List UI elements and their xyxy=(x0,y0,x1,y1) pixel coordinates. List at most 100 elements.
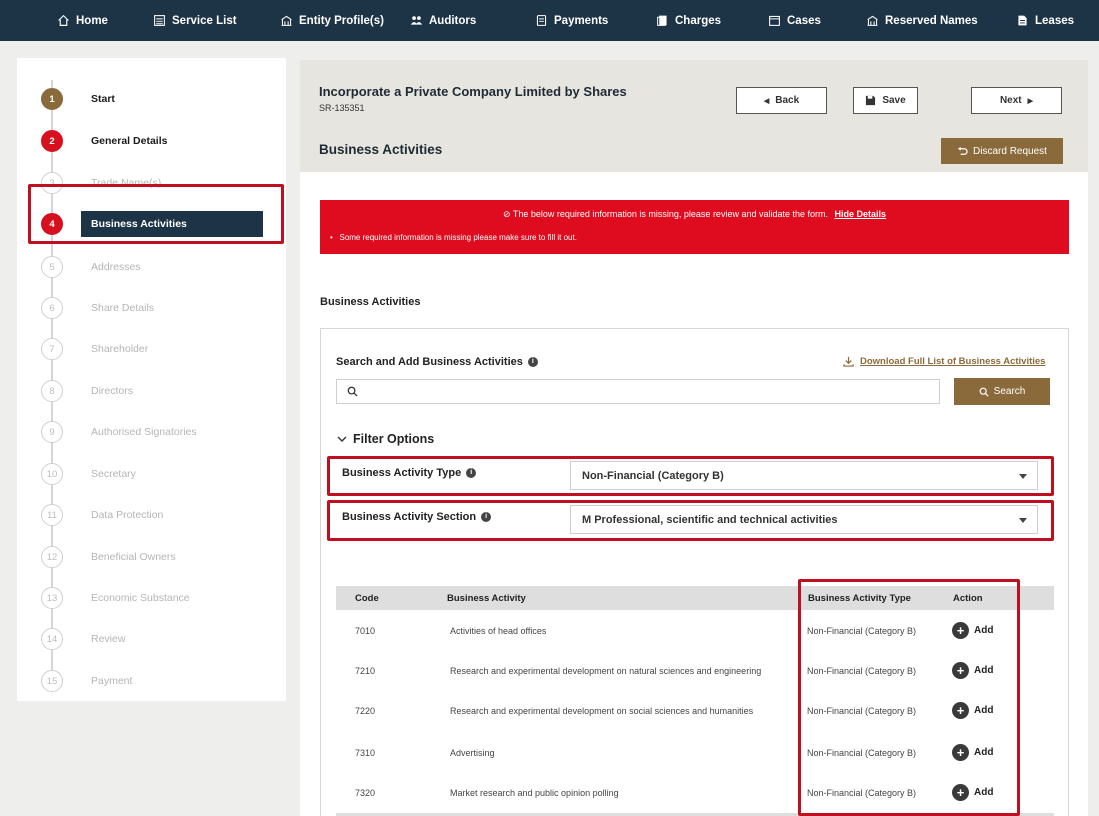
discard-request-button[interactable]: Discard Request xyxy=(941,138,1063,164)
step-number: 8 xyxy=(41,380,63,402)
search-button[interactable]: Search xyxy=(954,378,1050,405)
chevron-right-icon: ▶ xyxy=(1027,97,1034,105)
step-label: Secretary xyxy=(91,468,136,480)
step-number: 3 xyxy=(41,172,63,194)
step-authorised-signatories[interactable]: 9 Authorised Signatories xyxy=(17,421,286,445)
step-label: Beneficial Owners xyxy=(91,551,176,563)
activity-name: Research and experimental development on… xyxy=(450,666,762,676)
add-activity-button[interactable]: + Add xyxy=(952,662,993,679)
step-number: 13 xyxy=(41,587,63,609)
step-number: 1 xyxy=(41,88,63,110)
nav-item-payments[interactable]: Payments xyxy=(535,0,608,41)
add-activity-button[interactable]: + Add xyxy=(952,784,993,801)
nav-item-label: Cases xyxy=(787,14,821,27)
filter-options-toggle[interactable]: Filter Options xyxy=(337,432,434,446)
lease-icon xyxy=(1018,15,1027,26)
selected-value: M Professional, scientific and technical… xyxy=(582,514,838,526)
step-share-details[interactable]: 6 Share Details xyxy=(17,297,286,321)
add-activity-button[interactable]: + Add xyxy=(952,702,993,719)
step-start[interactable]: 1 Start xyxy=(17,88,286,112)
people-icon xyxy=(410,16,423,25)
column-header-action: Action xyxy=(953,593,983,604)
business-activity-section-select[interactable]: M Professional, scientific and technical… xyxy=(570,505,1038,534)
step-shareholder[interactable]: 7 Shareholder xyxy=(17,338,286,362)
selected-value: Non-Financial (Category B) xyxy=(582,470,724,482)
nav-item-home[interactable]: Home xyxy=(57,0,108,41)
step-number: 15 xyxy=(41,670,63,692)
activity-type: Non-Financial (Category B) xyxy=(807,626,917,636)
step-addresses[interactable]: 5 Addresses xyxy=(17,256,286,280)
step-secretary[interactable]: 10 Secretary xyxy=(17,463,286,487)
filter-label-row: Business Activity Section i xyxy=(342,511,492,523)
add-activity-button[interactable]: + Add xyxy=(952,744,993,761)
activity-name: Activities of head offices xyxy=(450,626,547,636)
info-icon[interactable]: i xyxy=(466,468,477,478)
table-row: 7320 Market research and public opinion … xyxy=(336,784,1054,816)
business-activity-section-label: Business Activity Section xyxy=(342,511,477,523)
nav-item-label: Reserved Names xyxy=(885,14,978,27)
column-header-code: Code xyxy=(355,593,379,604)
column-header-business-activity: Business Activity xyxy=(447,593,526,604)
step-number: 7 xyxy=(41,338,63,360)
next-button[interactable]: Next ▶ xyxy=(971,87,1062,114)
save-button[interactable]: Save xyxy=(853,87,918,114)
bullet-icon: • xyxy=(330,233,338,242)
plus-circle-icon: + xyxy=(952,702,969,719)
step-label: Shareholder xyxy=(91,343,149,355)
nav-item-label: Payments xyxy=(554,14,609,27)
step-number: 11 xyxy=(41,504,63,526)
search-input[interactable] xyxy=(363,382,933,401)
step-number: 14 xyxy=(41,628,63,650)
add-label: Add xyxy=(974,665,994,676)
activity-name: Research and experimental development on… xyxy=(450,706,754,716)
back-button[interactable]: ◀ Back xyxy=(736,87,827,114)
dropdown-caret-icon xyxy=(1019,518,1027,523)
business-activity-type-select[interactable]: Non-Financial (Category B) xyxy=(570,461,1038,490)
nav-item-label: Charges xyxy=(675,14,722,27)
nav-item-auditors[interactable]: Auditors xyxy=(410,0,476,41)
nav-item-cases[interactable]: Cases xyxy=(768,0,821,41)
search-label: Search and Add Business Activities xyxy=(336,356,523,368)
step-label: Business Activities xyxy=(81,211,263,237)
nav-item-label: Entity Profile(s) xyxy=(299,14,384,27)
download-full-list-link[interactable]: Download Full List of Business Activitie… xyxy=(843,356,1045,367)
info-icon[interactable]: i xyxy=(527,357,538,367)
step-payment[interactable]: 15 Payment xyxy=(17,670,286,694)
nav-item-charges[interactable]: Charges xyxy=(656,0,721,41)
hide-details-link[interactable]: Hide Details xyxy=(835,209,887,219)
step-label: Authorised Signatories xyxy=(91,426,197,438)
step-label: Payment xyxy=(91,675,133,687)
step-data-protection[interactable]: 11 Data Protection xyxy=(17,504,286,528)
folder-icon xyxy=(769,15,780,26)
plus-circle-icon: + xyxy=(952,662,969,679)
page-title: Incorporate a Private Company Limited by… xyxy=(319,84,627,99)
step-economic-substance[interactable]: 13 Economic Substance xyxy=(17,587,286,611)
info-icon[interactable]: i xyxy=(481,512,492,522)
filter-options-label: Filter Options xyxy=(353,432,435,446)
step-trade-names[interactable]: 3 Trade Name(s) xyxy=(17,172,286,196)
step-review[interactable]: 14 Review xyxy=(17,628,286,652)
step-label: Addresses xyxy=(91,261,141,273)
filter-label-row: Business Activity Type i xyxy=(342,467,477,479)
add-activity-button[interactable]: + Add xyxy=(952,622,993,639)
page-header: Incorporate a Private Company Limited by… xyxy=(300,60,1088,172)
block-icon: ⊘ xyxy=(502,209,511,219)
nav-item-entity-profiles[interactable]: Entity Profile(s) xyxy=(280,0,384,41)
step-number: 9 xyxy=(41,421,63,443)
business-activity-type-label: Business Activity Type xyxy=(342,467,462,479)
nav-item-service-list[interactable]: Service List xyxy=(153,0,237,41)
nav-item-label: Leases xyxy=(1035,14,1075,27)
activity-type: Non-Financial (Category B) xyxy=(807,748,917,758)
table-row: 7310 Advertising Non-Financial (Category… xyxy=(336,744,1054,788)
chevron-left-icon: ◀ xyxy=(763,97,770,105)
nav-item-reserved-names[interactable]: Reserved Names xyxy=(866,0,978,41)
step-business-activities[interactable]: 4 Business Activities xyxy=(17,211,286,237)
search-field[interactable] xyxy=(336,379,940,404)
step-directors[interactable]: 8 Directors xyxy=(17,380,286,404)
top-navigation-bar: Home Service List Entity Profile(s) Audi… xyxy=(0,0,1099,41)
discard-request-label: Discard Request xyxy=(973,145,1047,157)
step-beneficial-owners[interactable]: 12 Beneficial Owners xyxy=(17,546,286,570)
nav-item-label: Auditors xyxy=(429,14,477,27)
step-general-details[interactable]: 2 General Details xyxy=(17,130,286,154)
nav-item-leases[interactable]: Leases xyxy=(1016,0,1074,41)
